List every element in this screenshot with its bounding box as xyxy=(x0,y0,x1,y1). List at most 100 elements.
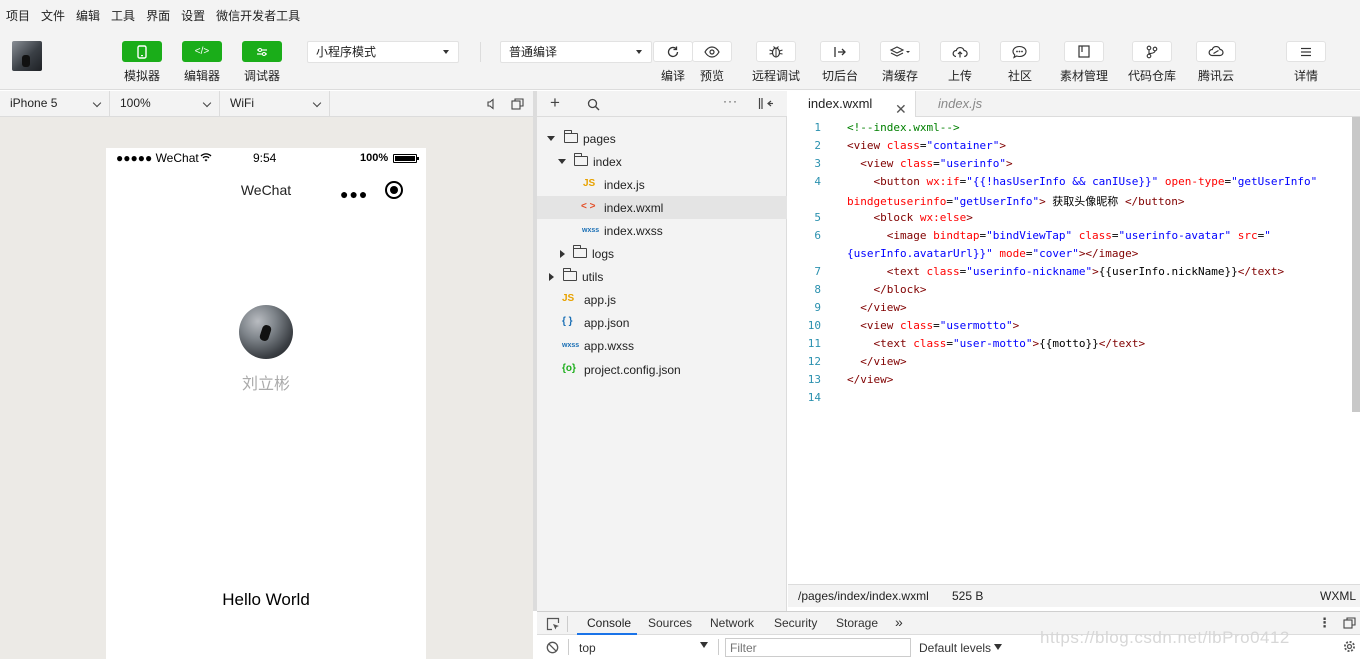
network-value: WiFi xyxy=(230,96,254,110)
file-tree-toolbar: + ··· xyxy=(537,91,787,117)
simulator-toolbar: iPhone 5 100% WiFi xyxy=(0,91,533,117)
tab-sources[interactable]: Sources xyxy=(648,616,692,630)
line-number: 2 xyxy=(814,139,821,152)
wxss-file-icon: wxss xyxy=(562,342,580,349)
search-icon[interactable] xyxy=(587,98,600,111)
tree-folder-utils[interactable]: utils xyxy=(537,265,787,288)
folder-open-icon xyxy=(563,130,578,143)
context-select[interactable]: top xyxy=(575,637,711,657)
caret-down-icon xyxy=(994,644,1002,650)
tab-console[interactable]: Console xyxy=(587,616,631,630)
code-text: {{userInfo.nickName}} xyxy=(1098,265,1238,278)
upload-button[interactable] xyxy=(940,41,980,62)
detach-window-button[interactable] xyxy=(511,98,524,113)
console-filter-input[interactable] xyxy=(725,638,911,657)
wxml-file-icon: < > xyxy=(581,201,596,212)
background-button[interactable] xyxy=(820,41,860,62)
tab-index-js[interactable]: index.js xyxy=(938,91,982,117)
userinfo-avatar[interactable] xyxy=(239,305,293,359)
editor-scrollbar[interactable] xyxy=(1352,117,1360,412)
tree-file-app-json[interactable]: { } app.json xyxy=(537,311,787,334)
code-tag: > xyxy=(1039,195,1046,208)
tree-file-project-config-json[interactable]: {o} project.config.json xyxy=(537,358,787,381)
device-select[interactable]: iPhone 5 xyxy=(0,91,110,116)
code-tag: </text> xyxy=(1237,265,1285,278)
cloud-icon xyxy=(1208,46,1224,57)
collapse-panel-icon[interactable] xyxy=(758,97,773,110)
toolbar: 模拟器 </> 编辑器 调试器 小程序模式 普通编译 编译 预览 远程调试 切后… xyxy=(0,30,1360,90)
console-settings-gear-icon[interactable] xyxy=(1343,640,1356,653)
code-line: <text class="userinfo-nickname">{{userIn… xyxy=(847,265,1284,278)
tree-folder-pages[interactable]: pages xyxy=(537,127,787,150)
details-button[interactable] xyxy=(1286,41,1326,62)
dock-window-icon[interactable] xyxy=(1343,617,1356,629)
tree-file-index-wxml[interactable]: < > index.wxml xyxy=(537,196,787,219)
tree-file-app-wxss[interactable]: wxss app.wxss xyxy=(537,334,787,357)
more-dots-icon[interactable]: ●●● xyxy=(340,186,368,202)
code-tag: </view> xyxy=(847,301,907,314)
kebab-menu-icon[interactable]: ⋮ xyxy=(1318,615,1331,631)
menu-tools[interactable]: 工具 xyxy=(111,7,135,24)
code-attr: class xyxy=(1072,229,1112,242)
clear-console-icon[interactable] xyxy=(546,641,559,654)
simulator-toggle-button[interactable] xyxy=(122,41,162,62)
code-tag: > xyxy=(966,211,973,224)
clear-cache-button[interactable] xyxy=(880,41,920,62)
tab-network[interactable]: Network xyxy=(710,616,754,630)
mode-select[interactable]: 小程序模式 xyxy=(307,41,459,63)
editor-toggle-button[interactable]: </> xyxy=(182,41,222,62)
tab-storage[interactable]: Storage xyxy=(836,616,878,630)
line-number: 8 xyxy=(814,283,821,296)
language-mode[interactable]: WXML xyxy=(1320,589,1356,603)
tab-security[interactable]: Security xyxy=(774,616,817,630)
line-number: 4 xyxy=(814,175,821,188)
log-levels-select[interactable]: Default levels xyxy=(919,638,1009,657)
compile-button[interactable] xyxy=(653,41,693,62)
repo-button[interactable] xyxy=(1132,41,1172,62)
code-tag: <view xyxy=(847,319,900,332)
file-size: 525 B xyxy=(952,589,984,603)
compile-mode-select[interactable]: 普通编译 xyxy=(500,41,652,63)
menu-file[interactable]: 文件 xyxy=(41,7,65,24)
menu-settings[interactable]: 设置 xyxy=(181,7,205,24)
debugger-toggle-button[interactable] xyxy=(242,41,282,62)
phone-icon xyxy=(137,44,147,59)
tree-folder-index[interactable]: index xyxy=(537,150,787,173)
refresh-icon xyxy=(667,46,679,57)
menu-view[interactable]: 界面 xyxy=(146,7,170,24)
tree-file-app-js[interactable]: JS app.js xyxy=(537,288,787,311)
js-file-icon: JS xyxy=(562,293,575,304)
code-editor[interactable]: 1 2 3 4 5 6 7 8 9 10 11 12 13 14 <!--ind… xyxy=(788,117,1360,584)
more-tabs-icon[interactable]: » xyxy=(895,614,903,630)
code-string: {userInfo.avatarUrl}}" xyxy=(847,247,993,260)
tree-file-index-js[interactable]: JS index.js xyxy=(537,173,787,196)
chevron-down-icon xyxy=(92,98,102,108)
community-button[interactable] xyxy=(1000,41,1040,62)
zoom-select[interactable]: 100% xyxy=(110,91,220,116)
json-file-icon: { } xyxy=(562,316,573,327)
menu-project[interactable]: 项目 xyxy=(6,7,30,24)
tab-index-wxml[interactable]: index.wxml ✕ xyxy=(788,91,916,118)
code-tag: <view xyxy=(847,157,900,170)
add-file-icon[interactable]: + xyxy=(550,93,560,113)
menu-edit[interactable]: 编辑 xyxy=(76,7,100,24)
js-file-icon: JS xyxy=(583,178,596,189)
assets-button[interactable] xyxy=(1064,41,1104,62)
tree-file-index-wxss[interactable]: wxss index.wxss xyxy=(537,219,787,242)
menu-devtools[interactable]: 微信开发者工具 xyxy=(216,7,300,24)
tree-item-label: utils xyxy=(582,270,604,284)
tree-item-label: app.json xyxy=(584,316,630,330)
mute-button[interactable] xyxy=(486,98,498,113)
compile-mode-value: 普通编译 xyxy=(509,45,558,59)
close-target-icon[interactable] xyxy=(385,181,403,199)
network-select[interactable]: WiFi xyxy=(220,91,330,116)
more-options-icon[interactable]: ··· xyxy=(723,94,738,108)
user-avatar-thumbnail[interactable] xyxy=(12,41,42,71)
tencent-cloud-button[interactable] xyxy=(1196,41,1236,62)
inspect-element-icon[interactable] xyxy=(546,617,560,631)
phone-screen[interactable]: ●●●●● WeChat 9:54 100% WeChat ●●● 刘立彬 He… xyxy=(106,148,426,659)
preview-button[interactable] xyxy=(692,41,732,62)
tree-folder-logs[interactable]: logs xyxy=(537,242,787,265)
remote-debug-button[interactable] xyxy=(756,41,796,62)
log-levels-value: Default levels xyxy=(919,641,992,655)
